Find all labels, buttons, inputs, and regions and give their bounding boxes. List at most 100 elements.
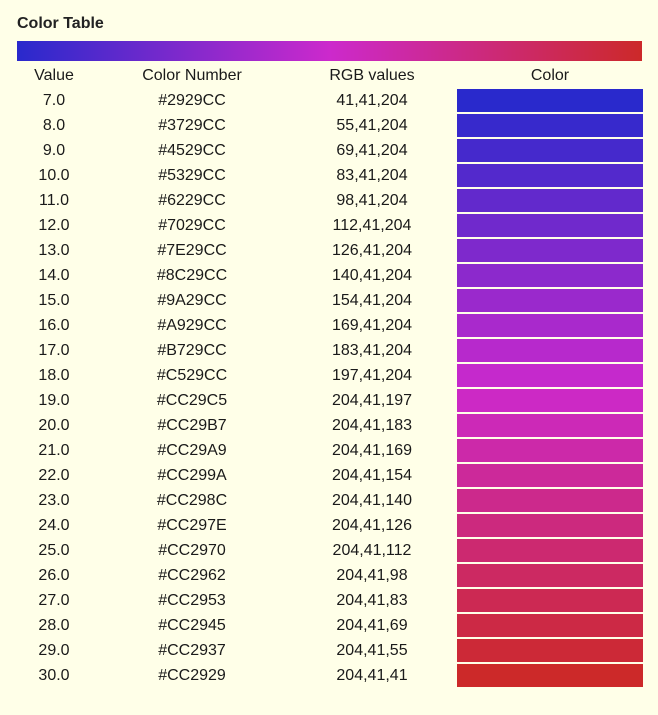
value-cell: 11.0 xyxy=(39,192,69,209)
table-row: 13.0 #7E29CC 126,41,204 xyxy=(0,238,658,263)
value-cell: 22.0 xyxy=(38,467,70,484)
table-row: 18.0 #C529CC 197,41,204 xyxy=(0,363,658,388)
color-gradient-bar xyxy=(17,41,642,61)
color-number-cell: #CC299A xyxy=(157,467,227,484)
table-row: 11.0 #6229CC 98,41,204 xyxy=(0,188,658,213)
table-row: 22.0 #CC299A 204,41,154 xyxy=(0,463,658,488)
rgb-values-cell: 204,41,126 xyxy=(331,517,413,534)
color-swatch xyxy=(457,89,643,112)
rgb-values-cell: 197,41,204 xyxy=(331,367,413,384)
rgb-values-cell: 204,41,83 xyxy=(336,592,408,609)
color-swatch xyxy=(457,514,643,537)
rgb-values-cell: 204,41,154 xyxy=(331,467,413,484)
value-cell: 9.0 xyxy=(42,142,66,159)
page-title: Color Table xyxy=(17,15,104,32)
value-cell: 14.0 xyxy=(38,267,70,284)
table-row: 26.0 #CC2962 204,41,98 xyxy=(0,563,658,588)
rgb-values-cell: 183,41,204 xyxy=(331,342,413,359)
value-cell: 18.0 xyxy=(38,367,70,384)
color-number-cell: #CC29B7 xyxy=(157,417,227,434)
header-rgb-values: RGB values xyxy=(329,67,415,84)
table-row: 7.0 #2929CC 41,41,204 xyxy=(0,88,658,113)
value-cell: 28.0 xyxy=(38,617,70,634)
rgb-values-cell: 204,41,140 xyxy=(331,492,413,509)
color-number-cell: #CC2945 xyxy=(158,617,226,634)
color-swatch xyxy=(457,639,643,662)
table-row: 14.0 #8C29CC 140,41,204 xyxy=(0,263,658,288)
rgb-values-cell: 83,41,204 xyxy=(336,167,408,184)
color-number-cell: #CC2929 xyxy=(158,667,226,684)
color-number-cell: #CC2937 xyxy=(158,642,226,659)
value-cell: 30.0 xyxy=(38,667,70,684)
color-number-cell: #CC29A9 xyxy=(157,442,227,459)
color-swatch xyxy=(457,164,643,187)
value-cell: 29.0 xyxy=(38,642,70,659)
value-cell: 15.0 xyxy=(38,292,70,309)
color-swatch xyxy=(457,189,643,212)
rgb-values-cell: 204,41,169 xyxy=(331,442,413,459)
color-number-cell: #A929CC xyxy=(157,317,227,334)
rgb-values-cell: 204,41,69 xyxy=(336,617,408,634)
rgb-values-cell: 154,41,204 xyxy=(331,292,413,309)
table-row: 25.0 #CC2970 204,41,112 xyxy=(0,538,658,563)
table-row: 21.0 #CC29A9 204,41,169 xyxy=(0,438,658,463)
table-row: 30.0 #CC2929 204,41,41 xyxy=(0,663,658,688)
color-swatch xyxy=(457,339,643,362)
color-number-cell: #4529CC xyxy=(158,142,226,159)
color-swatch xyxy=(457,439,643,462)
color-number-cell: #CC2953 xyxy=(158,592,226,609)
color-swatch xyxy=(457,664,643,687)
color-number-cell: #CC2962 xyxy=(158,567,226,584)
table-row: 17.0 #B729CC 183,41,204 xyxy=(0,338,658,363)
color-number-cell: #CC298C xyxy=(156,492,228,509)
color-swatch xyxy=(457,214,643,237)
table-row: 10.0 #5329CC 83,41,204 xyxy=(0,163,658,188)
color-swatch xyxy=(457,414,643,437)
color-number-cell: #8C29CC xyxy=(156,267,228,284)
rgb-values-cell: 204,41,112 xyxy=(332,542,412,559)
value-cell: 20.0 xyxy=(38,417,70,434)
color-number-cell: #7E29CC xyxy=(157,242,227,259)
color-swatch xyxy=(457,289,643,312)
color-swatch xyxy=(457,464,643,487)
value-cell: 25.0 xyxy=(38,542,70,559)
table-row: 27.0 #CC2953 204,41,83 xyxy=(0,588,658,613)
value-cell: 10.0 xyxy=(38,167,70,184)
color-number-cell: #CC29C5 xyxy=(156,392,228,409)
table-row: 29.0 #CC2937 204,41,55 xyxy=(0,638,658,663)
rgb-values-cell: 204,41,98 xyxy=(336,567,408,584)
color-swatch xyxy=(457,239,643,262)
rgb-values-cell: 98,41,204 xyxy=(336,192,408,209)
value-cell: 19.0 xyxy=(38,392,70,409)
color-number-cell: #9A29CC xyxy=(157,292,227,309)
value-cell: 26.0 xyxy=(38,567,70,584)
value-cell: 16.0 xyxy=(38,317,70,334)
table-row: 8.0 #3729CC 55,41,204 xyxy=(0,113,658,138)
rgb-values-cell: 204,41,197 xyxy=(331,392,413,409)
rgb-values-cell: 126,41,204 xyxy=(331,242,413,259)
color-number-cell: #7029CC xyxy=(158,217,226,234)
table-row: 9.0 #4529CC 69,41,204 xyxy=(0,138,658,163)
color-swatch xyxy=(457,139,643,162)
header-value: Value xyxy=(34,67,74,84)
color-number-cell: #2929CC xyxy=(158,92,226,109)
rgb-values-cell: 140,41,204 xyxy=(331,267,413,284)
rgb-values-cell: 55,41,204 xyxy=(336,117,408,134)
color-table-body: 7.0 #2929CC 41,41,204 8.0 #3729CC 55,41,204 9.… xyxy=(0,88,658,688)
rgb-values-cell: 204,41,41 xyxy=(336,667,408,684)
value-cell: 7.0 xyxy=(42,92,66,109)
color-swatch xyxy=(457,589,643,612)
color-swatch xyxy=(457,614,643,637)
rgb-values-cell: 204,41,183 xyxy=(331,417,413,434)
color-number-cell: #6229CC xyxy=(158,192,226,209)
color-swatch xyxy=(457,264,643,287)
header-color: Color xyxy=(530,67,570,84)
color-swatch xyxy=(457,114,643,137)
color-number-cell: #3729CC xyxy=(158,117,226,134)
table-row: 23.0 #CC298C 204,41,140 xyxy=(0,488,658,513)
color-number-cell: #CC297E xyxy=(157,517,227,534)
color-swatch xyxy=(457,389,643,412)
table-row: 20.0 #CC29B7 204,41,183 xyxy=(0,413,658,438)
table-row: 15.0 #9A29CC 154,41,204 xyxy=(0,288,658,313)
color-swatch xyxy=(457,539,643,562)
